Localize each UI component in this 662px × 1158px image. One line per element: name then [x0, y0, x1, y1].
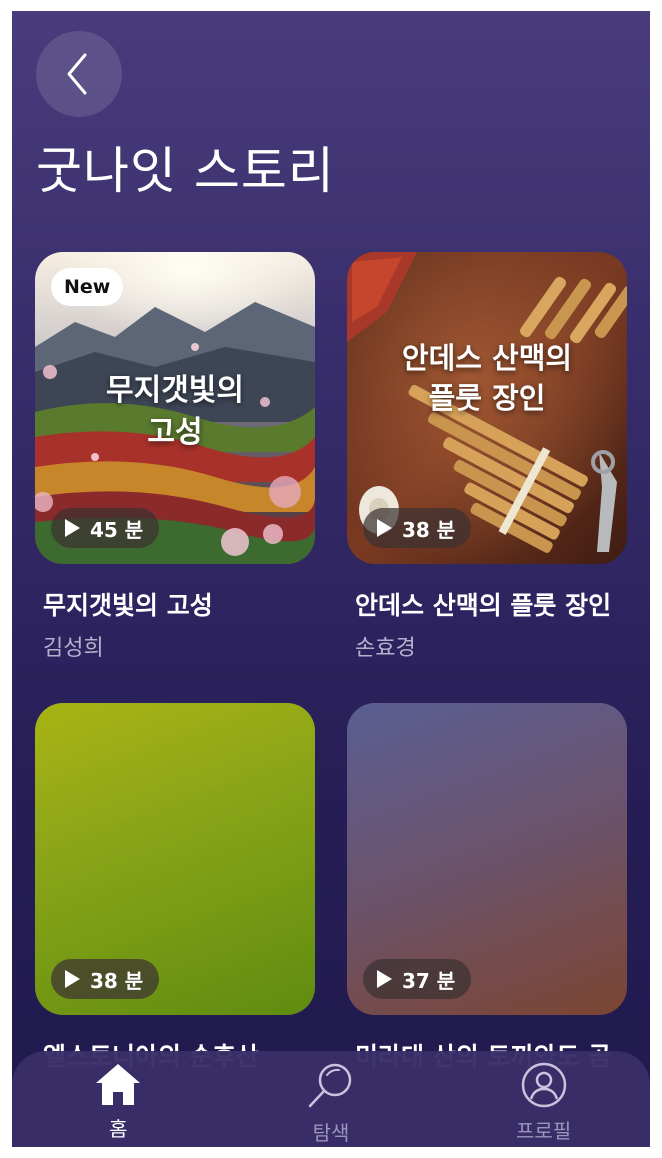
duration-badge: 38 분: [363, 508, 472, 548]
duration-badge: 38 분: [51, 959, 160, 999]
tab-label: 탐색: [312, 1121, 350, 1145]
tab-label: 프로필: [516, 1119, 572, 1143]
tab-profile[interactable]: 프로필: [444, 1051, 644, 1147]
play-icon: [377, 519, 392, 537]
play-icon: [65, 970, 80, 988]
story-author: 김성희: [43, 636, 104, 661]
screen: 굿나잇 스토리 New 무지갯빛의 고성 45 분 무지갯빛의 고성 김성희 안…: [12, 11, 650, 1147]
tab-home[interactable]: 홈: [18, 1051, 218, 1147]
tab-label: 홈: [109, 1117, 128, 1141]
play-icon: [377, 970, 392, 988]
tab-search[interactable]: 탐색: [231, 1051, 431, 1147]
story-title[interactable]: 무지갯빛의 고성: [43, 586, 213, 622]
bottom-tab-bar: 홈 탐색 프로필: [12, 1051, 650, 1147]
story-cover[interactable]: New 무지갯빛의 고성 45 분: [35, 252, 315, 564]
cover-title-line: 플룻 장인: [428, 381, 546, 415]
duration-label: 45 분: [90, 517, 144, 542]
duration-badge: 37 분: [363, 959, 472, 999]
story-title[interactable]: 안데스 산맥의 플룻 장인: [355, 586, 611, 622]
story-author: 손효경: [355, 636, 416, 661]
duration-badge: 45 분: [51, 508, 160, 548]
page-title: 굿나잇 스토리: [36, 142, 335, 200]
cover-title: 안데스 산맥의 플룻 장인: [347, 338, 627, 418]
cover-title: 무지갯빛의 고성: [35, 370, 315, 454]
cover-title-line: 안데스 산맥의: [401, 341, 573, 375]
play-icon: [65, 519, 80, 537]
profile-icon: [521, 1062, 566, 1108]
cover-title-line: 무지갯빛의: [106, 373, 244, 408]
story-cover[interactable]: 안데스 산맥의 플룻 장인 38 분: [347, 252, 627, 564]
cover-title-line: 고성: [147, 415, 203, 450]
duration-label: 38 분: [402, 517, 456, 542]
new-badge: New: [51, 268, 124, 306]
chevron-left-icon: [67, 53, 87, 95]
duration-label: 38 분: [90, 968, 144, 993]
back-button[interactable]: [36, 31, 122, 117]
story-cover[interactable]: 38 분: [35, 703, 315, 1015]
search-icon: [308, 1063, 352, 1108]
duration-label: 37 분: [402, 968, 456, 993]
home-icon: [96, 1064, 141, 1105]
story-cover[interactable]: 37 분: [347, 703, 627, 1015]
